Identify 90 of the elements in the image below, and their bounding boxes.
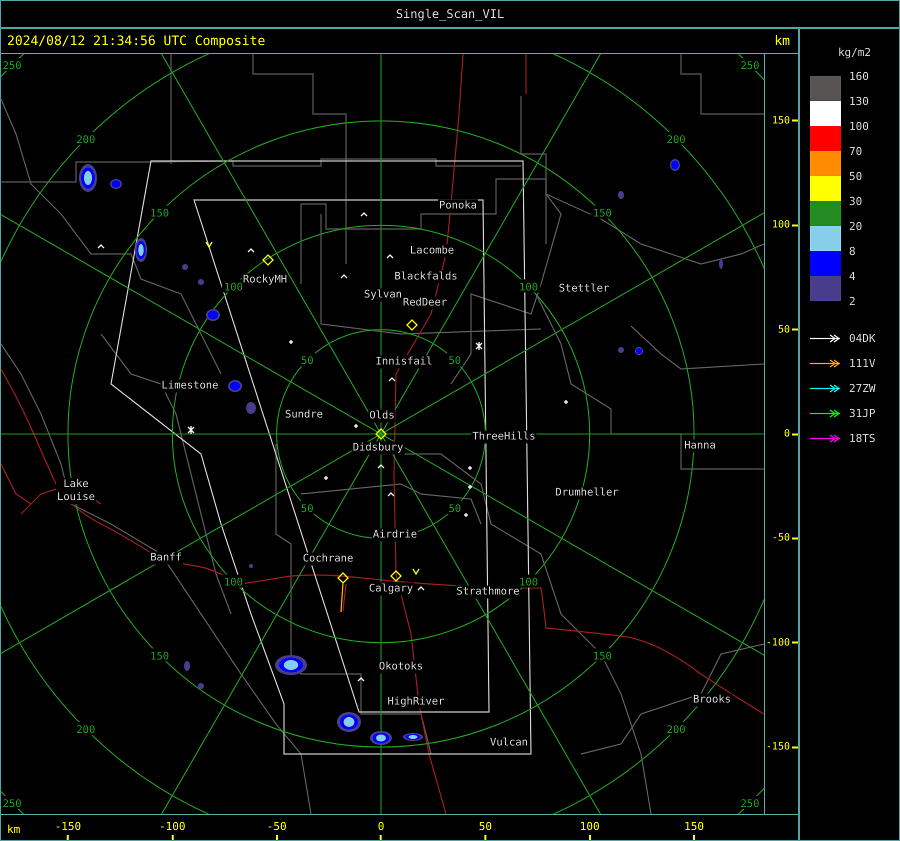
place-label: Lake Louise: [56, 478, 96, 504]
window-title: Single_Scan_VIL: [1, 1, 899, 29]
place-label: RockyMH: [242, 274, 288, 286]
legend-unit: kg/m2: [838, 46, 872, 59]
axis-tick-label: 0: [378, 820, 384, 833]
range-ring-label: 50: [448, 355, 462, 368]
place-label: Cochrane: [302, 552, 354, 566]
track-label: 27ZW: [849, 382, 876, 394]
legend-value: 8: [849, 244, 857, 260]
place-label: Calgary: [368, 582, 414, 596]
unit-label: km: [774, 34, 790, 48]
place-label: Olds: [368, 410, 396, 422]
tick-mark: [171, 835, 174, 840]
tick-mark: [484, 835, 486, 840]
place-label: Blackfalds: [393, 270, 459, 284]
range-ring-label: 250: [740, 60, 760, 72]
place-label: RedDeer: [402, 296, 448, 310]
track-label: 31JP: [849, 406, 876, 420]
tick-mark: [588, 835, 591, 840]
axis-tick-label: -100: [159, 820, 186, 833]
axis-tick-label: 100: [580, 820, 600, 833]
tick-mark: [66, 835, 69, 840]
legend-value: 2: [849, 294, 857, 310]
legend-value: 100: [849, 118, 869, 134]
axis-tick-label: -50: [266, 820, 287, 833]
axis-tick-label: 50: [478, 820, 492, 833]
timestamp-label: 2024/08/12 21:34:56 UTC Composite: [7, 34, 266, 48]
range-ring-label: 200: [666, 724, 686, 736]
tick-mark: [792, 120, 798, 122]
track-label: 04DK: [849, 332, 876, 344]
axis-tick-label: 100: [772, 220, 790, 231]
range-ring-label: 100: [519, 281, 538, 294]
legend-value: 20: [849, 218, 864, 234]
axis-tick-label: 50: [778, 324, 790, 336]
legend-value: 50: [849, 168, 864, 184]
axis-tick-label: 150: [684, 820, 704, 833]
tick-mark: [792, 224, 798, 226]
legend-value: 70: [849, 144, 864, 160]
place-label: Hanna: [683, 440, 717, 452]
axis-tick-label: 0: [784, 428, 790, 440]
axis-tick-label: -150: [54, 820, 82, 833]
range-ring-label: 100: [224, 576, 243, 589]
tick-mark: [380, 835, 382, 840]
range-ring-label: 150: [592, 650, 612, 662]
range-ring-label: 150: [150, 208, 170, 220]
place-label: ThreeHills: [471, 430, 537, 444]
place-label: Didsbury: [352, 442, 404, 454]
legend-value: 130: [849, 94, 869, 110]
range-ring-label: 250: [2, 798, 22, 810]
tick-mark: [792, 433, 798, 435]
axis-tick-label: -100: [766, 637, 790, 648]
place-label: Okotoks: [378, 660, 424, 674]
track-label: 18TS: [849, 432, 876, 444]
tick-mark: [792, 328, 798, 331]
place-label: HighRiver: [386, 696, 446, 708]
tick-mark: [792, 537, 798, 540]
tick-mark: [792, 746, 798, 748]
range-ring-label: 200: [666, 134, 686, 146]
range-ring-label: 200: [76, 724, 96, 736]
unit-label: km: [7, 823, 20, 836]
range-ring-label: 50: [448, 502, 462, 515]
track-label: 111V: [849, 356, 876, 370]
place-label: Brooks: [692, 694, 732, 706]
place-label: Sylvan: [363, 288, 403, 302]
legend-value: 4: [849, 268, 857, 284]
tick-mark: [693, 835, 696, 840]
place-label: Drumheller: [554, 486, 620, 500]
range-ring-label: 250: [2, 60, 22, 72]
range-ring-label: 100: [519, 576, 538, 589]
place-label: Banff: [149, 552, 183, 564]
legend-value: 30: [849, 194, 864, 210]
range-ring-label: 150: [150, 650, 170, 662]
place-label: Ponoka: [438, 200, 478, 212]
range-ring-label: 100: [224, 281, 243, 294]
range-ring-label: 150: [592, 208, 612, 220]
axis-tick-label: 150: [772, 115, 790, 126]
range-ring-label: 50: [300, 502, 314, 515]
legend-value: 160: [849, 68, 869, 84]
place-label: Lacombe: [408, 244, 456, 258]
place-label: Strathmore: [455, 586, 521, 598]
axis-tick-label: -150: [766, 742, 790, 753]
range-ring-label: 250: [740, 798, 760, 810]
tick-mark: [792, 642, 798, 644]
range-ring-label: 200: [76, 134, 96, 146]
place-label: Limestone: [160, 380, 220, 392]
place-label: Innisfail: [374, 356, 434, 368]
range-ring-label: 50: [300, 355, 314, 368]
axis-tick-label: -50: [772, 532, 790, 544]
tick-mark: [276, 835, 278, 840]
place-label: Airdrie: [372, 528, 418, 542]
